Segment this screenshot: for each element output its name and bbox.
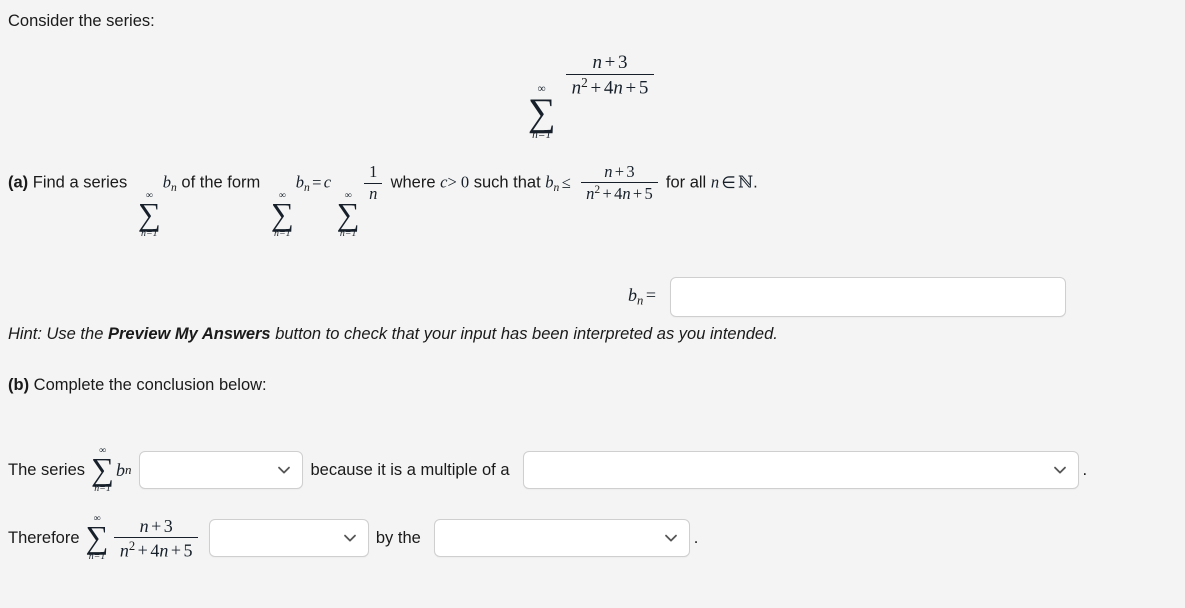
conclusion-lead-text: The series xyxy=(8,460,86,479)
bn-symbol: b xyxy=(545,172,554,192)
test-name-select[interactable] xyxy=(433,519,690,558)
part-a-text-1: Find a series xyxy=(32,173,128,192)
part-a-text-4: such that xyxy=(473,173,541,192)
naturals-symbol: ℕ xyxy=(738,172,754,192)
conclusion-period-1: . xyxy=(1082,460,1088,479)
bn-answer-row: bn = xyxy=(628,277,1067,317)
series-type-select[interactable] xyxy=(522,451,1079,490)
convergence-select-1[interactable] xyxy=(139,451,304,490)
fraction-numerator: n +3 xyxy=(604,162,635,181)
intro-label: Consider the series: xyxy=(8,12,155,30)
part-a-statement: (a) Find a series ∞ ∑ n=1 bn of the form… xyxy=(8,162,758,239)
bn-answer-input[interactable] xyxy=(670,277,1067,317)
bn-subscript: n xyxy=(124,462,132,478)
conclusion-middle-text-1: because it is a multiple of a xyxy=(310,460,510,479)
chevron-down-icon xyxy=(664,531,678,545)
c-symbol: c xyxy=(323,172,332,192)
fraction-numerator: n +3 xyxy=(139,515,173,536)
conclusion-row-1: The series ∞ ∑ n=1 bn because it is a mu… xyxy=(8,446,1087,494)
chevron-down-icon xyxy=(1053,463,1067,477)
conclusion-middle-text-2: by the xyxy=(375,528,421,547)
chevron-down-icon xyxy=(343,531,357,545)
summation-symbol-final: ∞ ∑ n=1 xyxy=(86,514,109,562)
sigma-glyph: ∑ xyxy=(85,518,109,555)
one-over-n-fraction: 1 n xyxy=(364,162,383,203)
part-b-label: (b) xyxy=(8,376,30,394)
bn-subscript: n xyxy=(304,181,310,194)
hint-text: Hint: Use the Preview My Answers button … xyxy=(8,325,778,344)
conclusion-period-2: . xyxy=(693,528,699,547)
sigma-glyph: ∑ xyxy=(527,90,556,134)
hint-button-name: Preview My Answers xyxy=(107,325,271,343)
summation-symbol-bn-1: ∞ ∑ n=1 xyxy=(138,191,161,239)
convergence-select-2[interactable] xyxy=(208,519,369,558)
summation-lower-limit: n=1 xyxy=(88,551,106,563)
sigma-glyph: ∑ xyxy=(137,195,161,232)
conclusion-lead-text-2: Therefore xyxy=(8,528,80,547)
summation-symbol-main: ∞ ∑ n=1 xyxy=(527,83,556,142)
part-a-text-3: where xyxy=(390,173,436,192)
fraction-denominator: n2 +4n +5 xyxy=(581,182,658,203)
bn-answer-label: bn = xyxy=(628,285,658,309)
fraction-denominator: n2 +4n +5 xyxy=(114,536,198,560)
conclusion-row-2: Therefore ∞ ∑ n=1 n +3 n2 +4n +5 by the . xyxy=(8,514,698,562)
summation-lower-limit: n=1 xyxy=(339,228,357,240)
leq-sign: ≤ xyxy=(561,172,571,192)
part-b-text: Complete the conclusion below: xyxy=(33,376,267,394)
summation-symbol-bn-2: ∞ ∑ n=1 xyxy=(271,191,294,239)
summation-lower-limit: n=1 xyxy=(274,228,291,240)
final-fraction: n +3 n2 +4n +5 xyxy=(114,515,198,561)
n-symbol: n xyxy=(710,172,720,192)
hint-prefix: Hint: Use the xyxy=(8,325,108,343)
display-equation: ∞ ∑ n=1 n +3 n2 +4n +5 xyxy=(0,52,1185,142)
bn-symbol: b xyxy=(115,459,125,480)
fraction-denominator: n xyxy=(364,182,383,203)
fraction-numerator: n +3 xyxy=(592,52,628,73)
part-a-label: (a) xyxy=(8,173,29,192)
c-condition: > 0 xyxy=(447,172,470,192)
bn-subscript: n xyxy=(171,181,177,194)
summation-symbol-harmonic: ∞ ∑ n=1 xyxy=(337,191,360,239)
chevron-down-icon xyxy=(277,463,291,477)
element-of-sign: ∈ xyxy=(721,172,736,192)
bn-symbol: b xyxy=(295,172,305,192)
summation-lower-limit: n=1 xyxy=(94,483,111,495)
summation-symbol-bn-conclusion: ∞ ∑ n=1 xyxy=(91,446,114,494)
summation-lower-limit: n=1 xyxy=(141,228,158,240)
bn-symbol: b xyxy=(162,172,172,192)
bound-fraction: n +3 n2 +4n +5 xyxy=(581,162,658,204)
part-a-text-5: for all xyxy=(665,173,707,192)
part-a-text-2: of the form xyxy=(181,173,261,192)
bn-symbol: b xyxy=(628,285,637,306)
fraction-denominator: n2 +4n +5 xyxy=(565,74,655,99)
sigma-glyph: ∑ xyxy=(91,450,114,487)
hint-suffix: button to check that your input has been… xyxy=(270,325,778,343)
equals-sign: = xyxy=(645,285,656,306)
sigma-glyph: ∑ xyxy=(270,195,294,232)
sigma-glyph: ∑ xyxy=(336,195,360,232)
fraction-numerator: 1 xyxy=(369,162,378,182)
main-fraction: n +3 n2 +4n +5 xyxy=(565,52,655,99)
intro-text: Consider the series: xyxy=(8,12,155,31)
summation-lower-limit: n=1 xyxy=(532,129,552,142)
part-b-statement: (b) Complete the conclusion below: xyxy=(8,376,267,395)
equals-sign: = xyxy=(312,172,322,192)
part-a-period: . xyxy=(753,173,758,192)
